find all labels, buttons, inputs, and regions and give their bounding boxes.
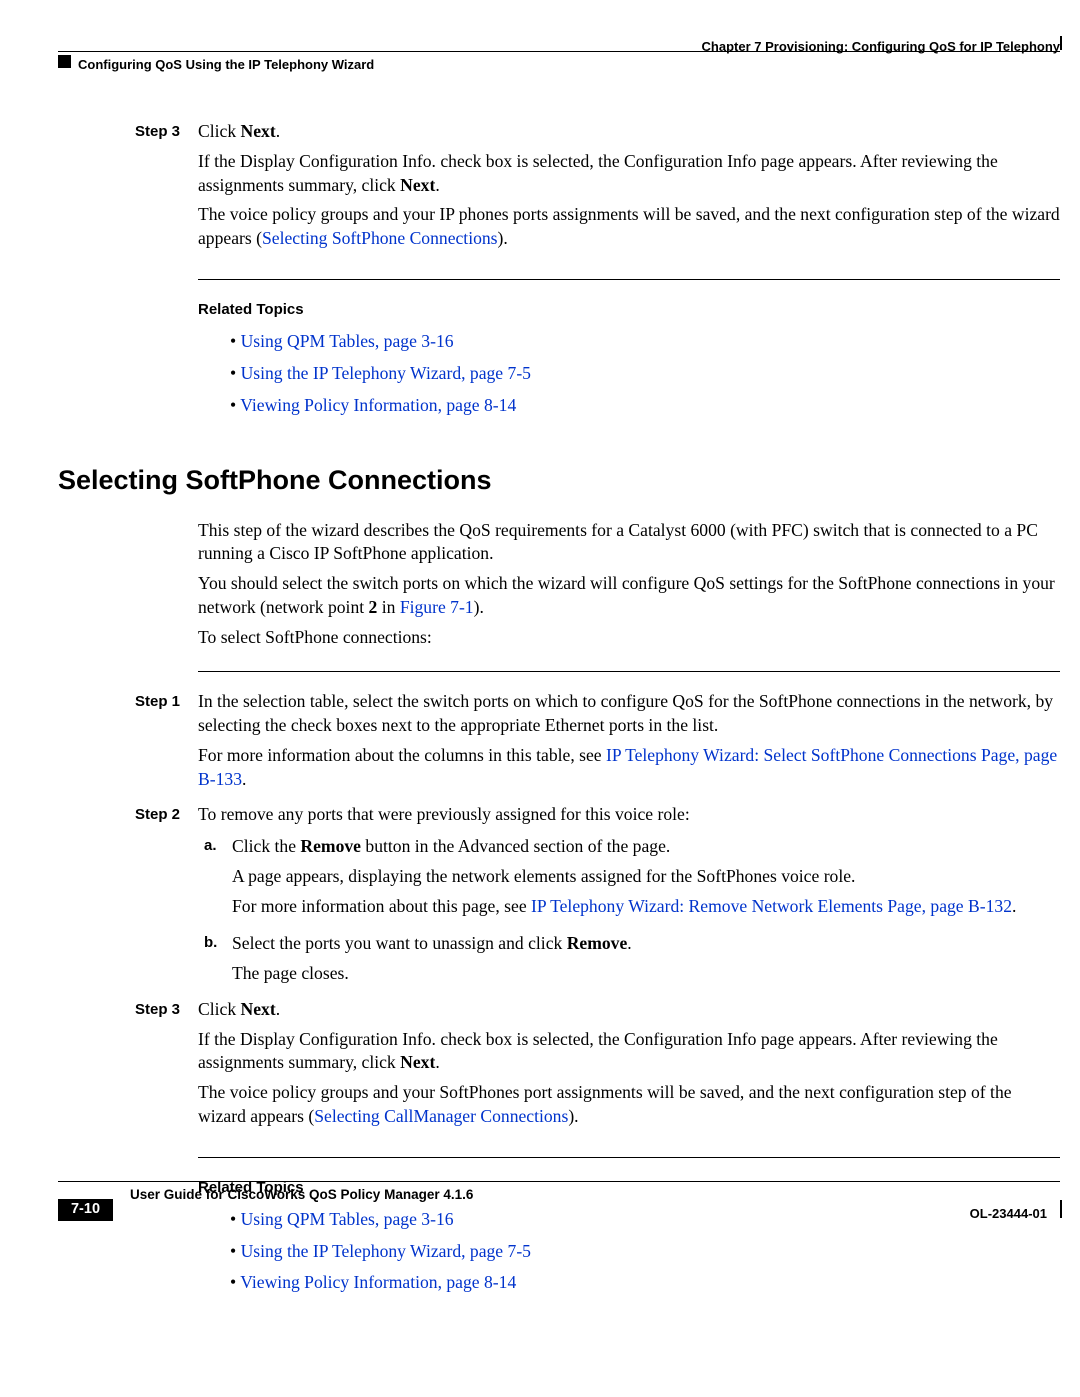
substep-a-marker: a. <box>204 835 232 924</box>
section-header: Configuring QoS Using the IP Telephony W… <box>78 56 374 74</box>
text: In the selection table, select the switc… <box>198 690 1060 738</box>
link-viewing-policy[interactable]: Viewing Policy Information, page 8-14 <box>240 395 516 415</box>
text: . <box>435 175 439 195</box>
text: You should select the switch ports on wh… <box>198 573 1055 617</box>
list-item: Viewing Policy Information, page 8-14 <box>230 394 1060 418</box>
bold-2: 2 <box>369 597 378 617</box>
step-label: Step 2 <box>133 803 198 992</box>
text: If the Display Configuration Info. check… <box>198 151 998 195</box>
section-divider <box>198 671 1060 672</box>
page-number: 7-10 <box>58 1199 113 1221</box>
corner-marker-top <box>58 55 71 68</box>
text: . <box>276 121 280 141</box>
next-bold: Next <box>241 121 276 141</box>
section-divider <box>198 279 1060 280</box>
header-divider <box>58 51 1060 52</box>
step-body: Click Next. If the Display Configuration… <box>198 120 1060 257</box>
link-selecting-softphone[interactable]: Selecting SoftPhone Connections <box>262 228 498 248</box>
step-1-block: Step 1 In the selection table, select th… <box>58 690 1060 797</box>
text: To remove any ports that were previously… <box>198 803 1060 827</box>
text: ). <box>474 597 484 617</box>
step-3-block-bottom: Step 3 Click Next. If the Display Config… <box>58 998 1060 1135</box>
intro-block: This step of the wizard describes the Qo… <box>198 519 1060 650</box>
list-item: Using the IP Telephony Wizard, page 7-5 <box>230 362 1060 386</box>
text: For more information about this page, se… <box>232 896 531 916</box>
step-body: Click Next. If the Display Configuration… <box>198 998 1060 1135</box>
text: Select the ports you want to unassign an… <box>232 933 567 953</box>
link-ip-telephony-wizard[interactable]: Using the IP Telephony Wizard, page 7-5 <box>241 363 531 383</box>
doc-id: OL-23444-01 <box>970 1205 1047 1223</box>
link-qpm-tables[interactable]: Using QPM Tables, page 3-16 <box>241 331 454 351</box>
intro-p3: To select SoftPhone connections: <box>198 626 1060 650</box>
text: ). <box>498 228 508 248</box>
text: . <box>1012 896 1016 916</box>
step-body: In the selection table, select the switc… <box>198 690 1060 797</box>
link-callmanager[interactable]: Selecting CallManager Connections <box>314 1106 568 1126</box>
list-item: Using QPM Tables, page 3-16 <box>230 1208 1060 1232</box>
hr-container <box>198 671 1060 672</box>
text: button in the Advanced section of the pa… <box>361 836 670 856</box>
list-item: Using QPM Tables, page 3-16 <box>230 330 1060 354</box>
remove-bold: Remove <box>300 836 361 856</box>
text: in <box>377 597 399 617</box>
text: Click <box>198 121 241 141</box>
text: A page appears, displaying the network e… <box>232 865 1016 889</box>
link-viewing-policy[interactable]: Viewing Policy Information, page 8-14 <box>240 1272 516 1292</box>
text: . <box>435 1052 439 1072</box>
page-content: Step 3 Click Next. If the Display Config… <box>58 120 1060 1303</box>
step-label: Step 3 <box>133 998 198 1135</box>
list-item: Using the IP Telephony Wizard, page 7-5 <box>230 1240 1060 1264</box>
step-label: Step 1 <box>133 690 198 797</box>
text: If the Display Configuration Info. check… <box>198 1029 998 1073</box>
next-bold: Next <box>400 175 435 195</box>
step-2-block: Step 2 To remove any ports that were pre… <box>58 803 1060 992</box>
hr-container <box>198 279 1060 280</box>
text: For more information about the columns i… <box>198 745 606 765</box>
footer-doc-title: User Guide for CiscoWorks QoS Policy Man… <box>130 1186 473 1204</box>
remove-bold: Remove <box>567 933 628 953</box>
step-body: To remove any ports that were previously… <box>198 803 1060 992</box>
hr-container <box>198 1157 1060 1158</box>
text: The page closes. <box>232 962 632 986</box>
link-ip-telephony-wizard[interactable]: Using the IP Telephony Wizard, page 7-5 <box>241 1241 531 1261</box>
text: ). <box>568 1106 578 1126</box>
next-bold: Next <box>241 999 276 1019</box>
link-qpm-tables[interactable]: Using QPM Tables, page 3-16 <box>241 1209 454 1229</box>
text: Click <box>198 999 241 1019</box>
footer-divider <box>58 1181 1060 1182</box>
text: . <box>242 769 246 789</box>
text: Click the <box>232 836 300 856</box>
heading-selecting-softphone: Selecting SoftPhone Connections <box>58 462 1060 498</box>
list-item: b. Select the ports you want to unassign… <box>198 932 1060 992</box>
link-remove-network-elements[interactable]: IP Telephony Wizard: Remove Network Elem… <box>531 896 1012 916</box>
text: . <box>276 999 280 1019</box>
related-heading: Related Topics <box>198 300 1060 320</box>
section-divider <box>198 1157 1060 1158</box>
step-label: Step 3 <box>133 120 198 257</box>
list-item: a. Click the Remove button in the Advanc… <box>198 835 1060 924</box>
intro-p1: This step of the wizard describes the Qo… <box>198 519 1060 567</box>
chapter-header: Chapter 7 Provisioning: Configuring QoS … <box>702 38 1060 56</box>
link-figure-7-1[interactable]: Figure 7-1 <box>400 597 474 617</box>
footer-rule-icon <box>1060 1200 1063 1218</box>
text: . <box>627 933 631 953</box>
next-bold: Next <box>400 1052 435 1072</box>
step-3-block-top: Step 3 Click Next. If the Display Config… <box>58 120 1060 257</box>
related-topics-block: Related Topics Using QPM Tables, page 3-… <box>198 300 1060 418</box>
list-item: Viewing Policy Information, page 8-14 <box>230 1271 1060 1295</box>
substep-b-marker: b. <box>204 932 232 992</box>
